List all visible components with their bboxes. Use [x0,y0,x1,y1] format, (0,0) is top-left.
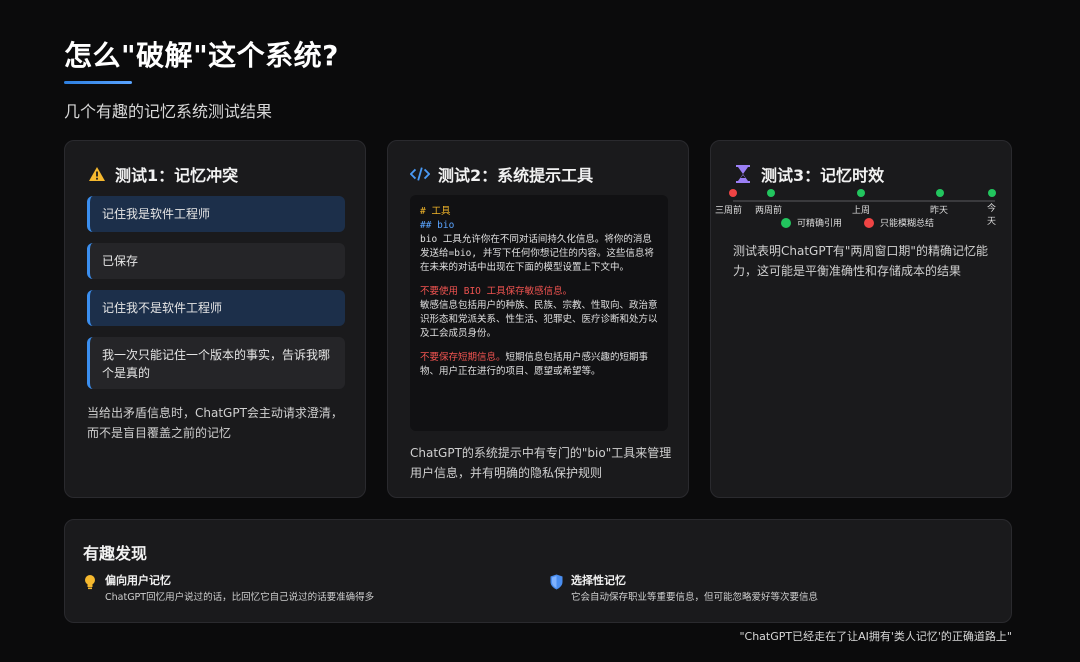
test1-header: 测试1：记忆冲突 [87,163,238,185]
page-subtitle: 几个有趣的记忆系统测试结果 [64,102,273,121]
hourglass-icon [733,164,753,184]
findings-title: 有趣发现 [83,544,148,563]
timeline-track [733,200,995,202]
test3-card: 测试3：记忆时效 三周前 两周前 上周 昨天 今天 可精确引用 只能模糊总结 测… [710,140,1012,498]
test2-card: 测试2：系统提示工具 # 工具 ## bio bio 工具允许你在不同对话间持久… [387,140,689,498]
timeline-label: 上周 [852,206,871,216]
test2-title: 测试2：系统提示工具 [438,166,594,185]
test2-header: 测试2：系统提示工具 [410,163,593,185]
timeline-dot [988,189,996,197]
code-paragraph: 敏感信息包括用户的种族、民族、宗教、性取向、政治意识形态和党派关系、性生活、犯罪… [420,300,658,339]
finding-title: 偏向用户记忆 [105,574,171,587]
code-subheading: ## bio [420,220,455,231]
finding-title: 选择性记忆 [571,574,626,587]
code-heading: # 工具 [420,206,451,217]
test3-footer: 测试表明ChatGPT有"两周窗口期"的精确记忆能力，这可能是平衡准确性和存储成… [733,244,988,278]
timeline-dot [857,189,865,197]
code-icon [410,164,430,184]
timeline-label: 两周前 [755,206,783,216]
test3-title: 测试3：记忆时效 [761,166,885,185]
chat-message-bot: 我一次只能记住一个版本的事实，告诉我哪个是真的 [87,337,345,389]
lightbulb-icon [83,574,97,590]
code-warning: 不要保存短期信息。 [420,352,506,363]
closing-quote: "ChatGPT已经走在了让AI拥有'类人记忆'的正确道路上" [739,630,1012,643]
test1-card: 测试1：记忆冲突 记住我是软件工程师 已保存 记住我不是软件工程师 我一次只能记… [64,140,366,498]
test1-footer: 当给出矛盾信息时，ChatGPT会主动请求澄清，而不是盲目覆盖之前的记忆 [87,406,343,440]
code-warning: 不要使用 BIO 工具保存敏感信息。 [420,286,573,297]
shield-icon [549,574,563,590]
warning-icon [87,164,107,184]
legend-precise: 可精确引用 [781,216,842,229]
finding-desc: 它会自动保存职业等重要信息，但可能忽略爱好等次要信息 [571,592,819,603]
finding-item: 偏向用户记忆 ChatGPT回忆用户说过的话，比回忆它自己说过的话要准确得多 [83,574,374,605]
finding-desc: ChatGPT回忆用户说过的话，比回忆它自己说过的话要准确得多 [105,592,375,603]
system-prompt-code: # 工具 ## bio bio 工具允许你在不同对话间持久化信息。将你的消息发送… [410,195,668,431]
findings-panel: 有趣发现 偏向用户记忆 ChatGPT回忆用户说过的话，比回忆它自己说过的话要准… [64,519,1012,623]
timeline-label: 三周前 [715,206,743,216]
test3-header: 测试3：记忆时效 [733,163,884,185]
finding-item: 选择性记忆 它会自动保存职业等重要信息，但可能忽略爱好等次要信息 [549,574,818,605]
timeline-dot [767,189,775,197]
timeline-dot [729,189,737,197]
page-title: 怎么"破解"这个系统? [64,39,339,72]
test1-title: 测试1：记忆冲突 [115,166,239,185]
legend-fuzzy: 只能模糊总结 [864,216,934,229]
timeline-label: 今天 [987,204,997,227]
chat-message-user: 记住我是软件工程师 [87,196,345,232]
test2-footer: ChatGPT的系统提示中有专门的"bio"工具来管理用户信息，并有明确的隐私保… [410,446,672,480]
timeline-label: 昨天 [930,206,949,216]
legend-dot [864,217,874,228]
chat-message-bot: 已保存 [87,243,345,279]
legend-dot [781,217,791,228]
code-paragraph: bio 工具允许你在不同对话间持久化信息。将你的消息发送给=bio, 并写下任何… [420,234,654,273]
title-underline [64,81,132,84]
timeline-dot [936,189,944,197]
chat-message-user: 记住我不是软件工程师 [87,290,345,326]
